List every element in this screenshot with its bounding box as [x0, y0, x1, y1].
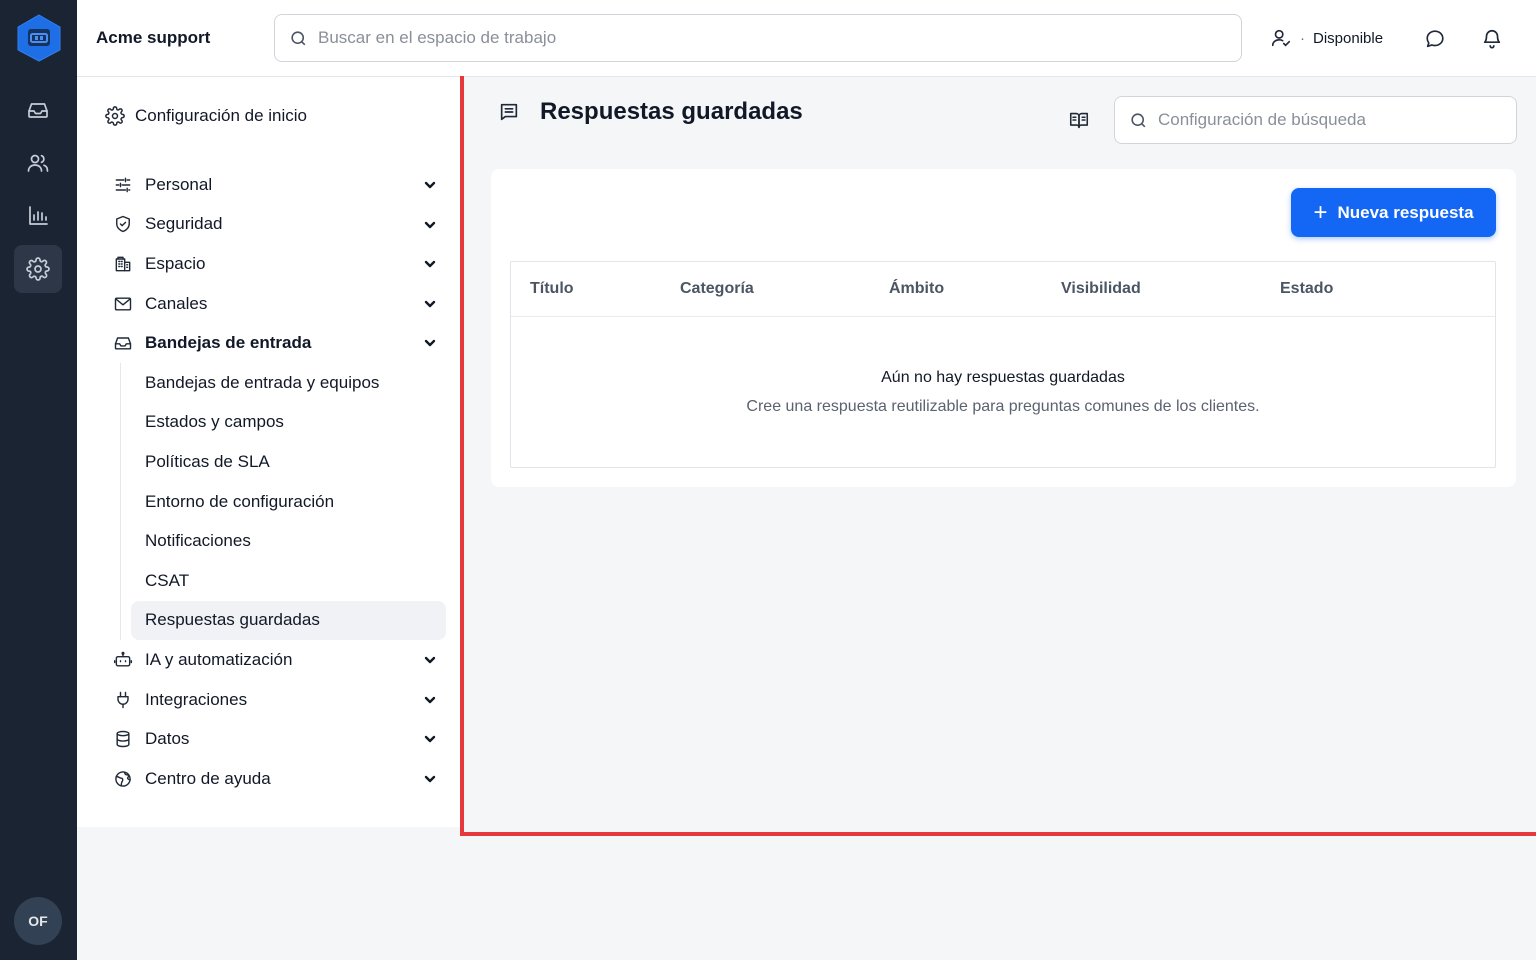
- column-header-status[interactable]: Estado: [1280, 280, 1333, 298]
- global-search-input[interactable]: [318, 28, 1175, 48]
- top-bar: Acme support · Disponible: [77, 0, 1536, 77]
- user-status-icon: [1271, 29, 1291, 47]
- gear-icon: [105, 106, 125, 126]
- column-header-title[interactable]: Título: [530, 280, 574, 298]
- column-header-scope[interactable]: Ámbito: [889, 280, 944, 298]
- settings-sidebar: Configuración de inicio Personal Segurid…: [77, 77, 460, 827]
- menu-item-help-center[interactable]: Centro de ayuda: [113, 759, 446, 799]
- saved-replies-card: + Nueva respuesta Título Categoría Ámbit…: [491, 169, 1516, 487]
- building-icon: [113, 254, 133, 274]
- submenu-item-sla-policies[interactable]: Políticas de SLA: [121, 442, 446, 482]
- globe-icon: [113, 769, 133, 789]
- new-reply-label: Nueva respuesta: [1337, 202, 1474, 222]
- chevron-down-icon[interactable]: [422, 692, 438, 708]
- table-header: Título Categoría Ámbito Visibilidad Esta…: [511, 262, 1495, 317]
- column-header-visibility[interactable]: Visibilidad: [1061, 280, 1141, 298]
- page-title: Respuestas guardadas: [540, 98, 803, 125]
- menu-item-security[interactable]: Seguridad: [113, 205, 446, 245]
- workspace-name: Acme support: [96, 28, 211, 47]
- page-header: Respuestas guardadas: [498, 98, 803, 126]
- bot-icon: [113, 650, 133, 670]
- chevron-down-icon[interactable]: [422, 771, 438, 787]
- saved-replies-table: Título Categoría Ámbito Visibilidad Esta…: [510, 261, 1496, 468]
- rail-settings-button[interactable]: [14, 245, 62, 293]
- new-reply-button[interactable]: + Nueva respuesta: [1291, 188, 1496, 237]
- chevron-down-icon[interactable]: [422, 652, 438, 668]
- menu-item-label: Centro de ayuda: [145, 768, 271, 788]
- menu-item-label: Canales: [145, 293, 208, 313]
- menu-item-ai-automation[interactable]: IA y automatización: [113, 640, 446, 680]
- mail-icon: [113, 294, 133, 314]
- chevron-down-icon[interactable]: [422, 731, 438, 747]
- global-search[interactable]: [274, 14, 1242, 62]
- availability-status-button[interactable]: · Disponible: [1270, 25, 1383, 51]
- bar-chart-icon: [29, 206, 48, 225]
- menu-item-label: IA y automatización: [145, 649, 293, 669]
- database-icon: [113, 729, 133, 749]
- message-square-icon: [500, 103, 518, 121]
- search-icon: [1131, 112, 1146, 127]
- conversations-button[interactable]: [1421, 25, 1449, 53]
- menu-item-label: Integraciones: [145, 689, 248, 709]
- menu-item-integrations[interactable]: Integraciones: [113, 680, 446, 720]
- app-rail: OF: [0, 0, 77, 960]
- inboxes-submenu: Bandejas de entrada y equipos Estados y …: [120, 362, 446, 641]
- menu-item-channels[interactable]: Canales: [113, 284, 446, 324]
- rail-reports-button[interactable]: [14, 192, 62, 240]
- bell-icon: [1483, 30, 1501, 49]
- submenu-item-saved-replies[interactable]: Respuestas guardadas: [131, 600, 446, 641]
- rail-inbox-button[interactable]: [14, 86, 62, 134]
- status-separator: ·: [1300, 29, 1305, 47]
- app-logo-icon[interactable]: [16, 14, 62, 62]
- column-header-category[interactable]: Categoría: [680, 280, 754, 298]
- notifications-button[interactable]: [1478, 25, 1506, 53]
- menu-item-space[interactable]: Espacio: [113, 244, 446, 284]
- plus-icon: +: [1313, 198, 1328, 226]
- settings-search-input[interactable]: [1158, 110, 1507, 130]
- menu-item-label: Espacio: [145, 253, 206, 273]
- inbox-icon: [28, 103, 48, 118]
- settings-home-link[interactable]: Configuración de inicio: [105, 106, 307, 126]
- chevron-down-icon[interactable]: [422, 217, 438, 233]
- chevron-down-icon[interactable]: [422, 256, 438, 272]
- chevron-down-icon[interactable]: [422, 335, 438, 351]
- status-label: Disponible: [1313, 29, 1384, 47]
- sliders-icon: [113, 175, 133, 195]
- submenu-item-config-environment[interactable]: Entorno de configuración: [121, 482, 446, 522]
- gear-icon: [26, 257, 50, 281]
- menu-item-label: Bandejas de entrada: [145, 333, 312, 353]
- users-icon: [27, 154, 49, 172]
- shield-icon: [113, 214, 133, 234]
- menu-item-inboxes[interactable]: Bandejas de entrada: [113, 323, 446, 363]
- menu-item-data[interactable]: Datos: [113, 719, 446, 759]
- user-avatar[interactable]: OF: [14, 897, 62, 945]
- submenu-item-notifications[interactable]: Notificaciones: [121, 521, 446, 561]
- rail-contacts-button[interactable]: [14, 139, 62, 187]
- submenu-item-inboxes-teams[interactable]: Bandejas de entrada y equipos: [121, 363, 446, 403]
- menu-item-label: Seguridad: [145, 214, 223, 234]
- menu-item-label: Personal: [145, 174, 213, 194]
- plug-icon: [113, 690, 133, 710]
- chevron-down-icon[interactable]: [422, 296, 438, 312]
- submenu-item-statuses-fields[interactable]: Estados y campos: [121, 403, 446, 443]
- empty-state-subtitle: Cree una respuesta reutilizable para pre…: [746, 398, 1260, 415]
- submenu-item-csat[interactable]: CSAT: [121, 561, 446, 601]
- documentation-button[interactable]: [1068, 109, 1090, 131]
- settings-menu: Personal Seguridad Espacio Canales Bande…: [113, 165, 446, 799]
- book-open-icon: [1069, 112, 1089, 129]
- search-icon: [291, 30, 306, 45]
- menu-item-personal[interactable]: Personal: [113, 165, 446, 205]
- menu-item-label: Datos: [145, 729, 190, 749]
- inbox-icon: [113, 333, 133, 353]
- settings-search[interactable]: [1114, 96, 1517, 144]
- empty-state-title: Aún no hay respuestas guardadas: [881, 369, 1125, 386]
- settings-home-label: Configuración de inicio: [135, 106, 307, 125]
- chevron-down-icon[interactable]: [422, 177, 438, 193]
- chat-bubble-icon: [1426, 30, 1444, 48]
